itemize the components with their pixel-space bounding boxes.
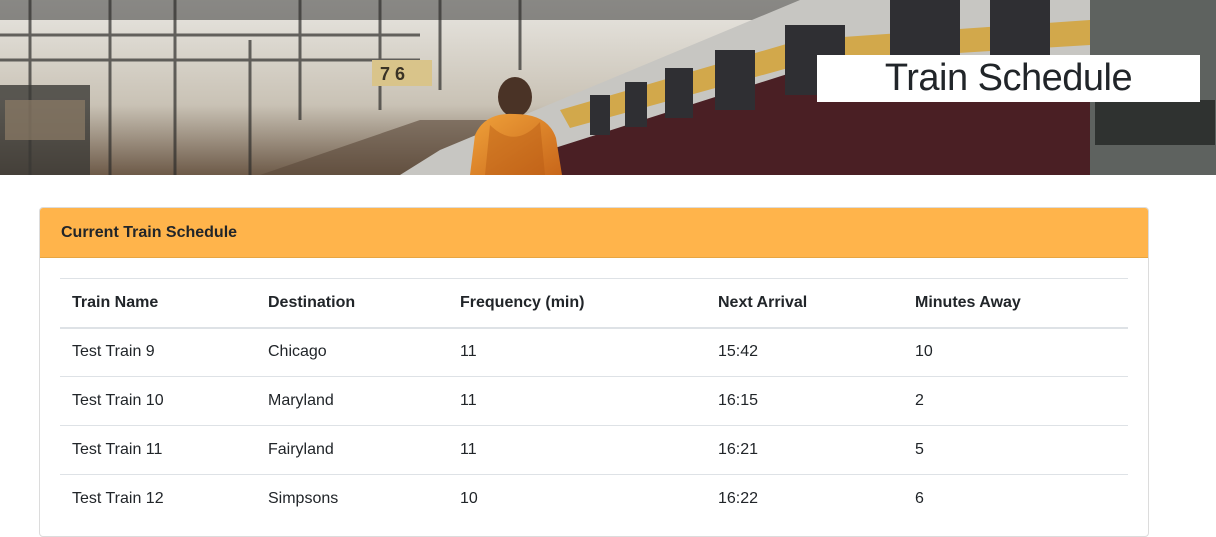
cell-destination: Maryland — [256, 376, 448, 426]
column-header-train-name: Train Name — [60, 278, 256, 329]
page-title: Train Schedule — [884, 57, 1133, 99]
table-row: Test Train 11 Fairyland 11 16:21 5 — [60, 425, 1128, 475]
table-row: Test Train 12 Simpsons 10 16:22 6 — [60, 474, 1128, 524]
cell-minutes-away: 2 — [903, 376, 1128, 426]
cell-train-name: Test Train 10 — [60, 376, 256, 426]
column-header-next-arrival: Next Arrival — [706, 278, 903, 329]
hero-banner: 7 6 Train Schedule — [0, 0, 1216, 175]
schedule-card-title: Current Train Schedule — [61, 223, 238, 241]
cell-destination: Fairyland — [256, 425, 448, 475]
cell-frequency: 10 — [448, 474, 706, 524]
cell-frequency: 11 — [448, 376, 706, 426]
schedule-card-header: Current Train Schedule — [40, 208, 1148, 258]
hero-title-box: Train Schedule — [817, 55, 1200, 102]
table-row: Test Train 9 Chicago 11 15:42 10 — [60, 328, 1128, 377]
cell-next-arrival: 15:42 — [718, 343, 759, 361]
cell-minutes-away: 6 — [903, 474, 1128, 524]
svg-text:7 6: 7 6 — [380, 64, 405, 84]
column-header-destination: Destination — [256, 278, 448, 329]
cell-minutes-away: 10 — [915, 343, 933, 361]
cell-next-arrival: 16:22 — [706, 474, 903, 524]
schedule-table: Train Name Destination Frequency (min) N… — [60, 278, 1128, 524]
schedule-card-body: Train Name Destination Frequency (min) N… — [40, 258, 1148, 524]
cell-next-arrival: 16:15 — [706, 376, 903, 426]
cell-train-name: Test Train 12 — [60, 474, 256, 524]
column-header-minutes-away: Minutes Away — [903, 278, 1128, 329]
cell-frequency: 11 — [460, 343, 477, 361]
table-row: Test Train 10 Maryland 11 16:15 2 — [60, 376, 1128, 426]
cell-frequency: 11 — [448, 425, 706, 475]
cell-destination: Simpsons — [256, 474, 448, 524]
cell-next-arrival: 16:21 — [706, 425, 903, 475]
column-header-frequency: Frequency (min) — [448, 278, 706, 329]
cell-minutes-away: 5 — [903, 425, 1128, 475]
cell-train-name: Test Train 11 — [60, 425, 256, 475]
schedule-card: Current Train Schedule Train Name Destin… — [39, 207, 1149, 537]
table-header-row: Train Name Destination Frequency (min) N… — [60, 278, 1128, 329]
cell-train-name: Test Train 9 — [72, 343, 155, 361]
cell-destination: Chicago — [268, 343, 327, 361]
